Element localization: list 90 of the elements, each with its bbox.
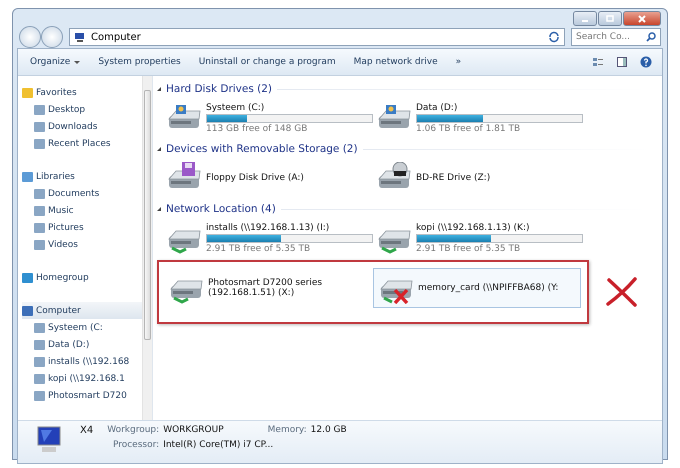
toolbar-button[interactable]: Map network drive [352,55,440,69]
sidebar-item[interactable]: installs (\\192.168 [22,353,142,370]
toolbar-button[interactable]: » [454,55,464,69]
search-icon [645,31,657,43]
sidebar-item[interactable]: Music [22,202,142,219]
minimize-button[interactable] [573,11,597,26]
detail-value: WORKGROUP [163,425,224,435]
scrollbar[interactable] [142,76,152,420]
detail-value: 12.0 GB [310,425,347,435]
folder-icon [34,390,45,400]
drive-name: memory_card (\\NPIFFBA68) (Y: [418,283,560,293]
address-bar[interactable]: Computer [69,28,565,46]
close-icon [636,12,648,24]
breadcrumb-item[interactable]: Computer [91,32,141,42]
folder-icon [34,122,45,132]
folder-icon [22,172,33,182]
sidebar-item[interactable]: Libraries [22,168,142,185]
sidebar-item[interactable]: Favorites [22,84,142,101]
folder-icon [22,272,33,282]
sidebar-item[interactable]: Pictures [22,219,142,236]
sidebar-item[interactable]: Photosmart D720 [22,387,142,404]
sidebar-item[interactable]: Systeem (C: [22,319,142,336]
drive-name: kopi (\\192.168.1.13) (K:) [416,222,530,232]
drive-item[interactable]: Photosmart D7200 series (192.168.1.51) (X:) [163,268,371,308]
dropdown-caret-icon [74,60,80,64]
refresh-icon[interactable] [548,31,560,43]
sidebar-item[interactable]: kopi (\\192.168.1 [22,370,142,387]
detail-label: Processor: [112,440,160,450]
maximize-button[interactable] [598,11,622,26]
view-options-icon[interactable] [592,56,604,68]
sidebar-item[interactable]: Downloads [22,118,142,135]
expand-arrow-icon[interactable] [157,207,161,211]
computer-name: X4 [80,425,94,436]
folder-icon [34,188,45,198]
folder-icon [22,306,33,316]
detail-value: Intel(R) Core(TM) i7 CP... [163,440,274,450]
expand-arrow-icon[interactable] [157,147,161,151]
drive-item[interactable]: Data (D:) 1.06 TB free of 1.81 TB [371,98,579,138]
forward-button[interactable] [41,26,63,48]
folder-icon [34,222,45,232]
drive-item[interactable]: Systeem (C:) 113 GB free of 148 GB [161,98,369,138]
detail-label: Memory: [268,425,307,435]
free-space-label: 113 GB free of 148 GB [206,124,308,134]
group-heading: Devices with Removable Storage (2) [166,143,358,155]
toolbar-button[interactable]: Organize [28,55,82,69]
sidebar-item[interactable]: Homegroup [22,269,142,286]
help-icon[interactable] [640,56,652,68]
folder-icon [34,340,45,350]
folder-icon [34,374,45,384]
sidebar-item[interactable]: Recent Places [22,135,142,152]
free-space-label: 1.06 TB free of 1.81 TB [416,124,522,134]
cross-mark-icon [605,277,639,307]
back-button[interactable] [19,26,41,48]
folder-icon [34,104,45,114]
sidebar-item[interactable]: Desktop [22,101,142,118]
sidebar-item[interactable]: Computer [22,302,142,319]
toolbar-button[interactable]: System properties [96,55,183,69]
group-heading: Network Location (4) [166,203,276,215]
folder-icon [22,88,33,98]
close-button[interactable] [623,11,661,26]
toolbar-button[interactable]: Uninstall or change a program [196,55,338,69]
folder-icon [34,138,45,148]
sidebar-item[interactable]: Videos [22,236,142,253]
free-space-label: 2.91 TB free of 5.35 TB [206,244,312,254]
folder-icon [34,356,45,366]
folder-icon [34,240,45,250]
free-space-label: 2.91 TB free of 5.35 TB [416,244,522,254]
drive-name: BD-RE Drive (Z:) [416,173,492,183]
expand-arrow-icon[interactable] [157,87,161,91]
drive-item[interactable]: Floppy Disk Drive (A:) [161,158,369,198]
drive-item[interactable]: installs (\\192.168.1.13) (I:) 2.91 TB free of 5.35 TB [161,218,369,258]
sidebar-item[interactable]: Data (D:) [22,336,142,353]
preview-pane-icon[interactable] [616,56,628,68]
drive-name: installs (\\192.168.1.13) (I:) [206,222,330,232]
group-heading: Hard Disk Drives (2) [166,83,272,95]
drive-item[interactable]: kopi (\\192.168.1.13) (K:) 2.91 TB free of 5.35 TB [371,218,579,258]
drive-item[interactable]: memory_card (\\NPIFFBA68) (Y: [373,268,581,308]
drive-name: Floppy Disk Drive (A:) [206,173,305,183]
drive-name: Data (D:) [416,102,458,112]
drive-item[interactable]: BD-RE Drive (Z:) [371,158,579,198]
folder-icon [34,322,45,332]
folder-icon [34,206,45,216]
drive-name: Systeem (C:) [206,102,266,112]
computer-icon [74,31,86,43]
minimize-icon [582,20,588,22]
maximize-icon [604,12,616,24]
drive-name: Photosmart D7200 series (192.168.1.51) (X:) [208,278,324,298]
detail-label: Workgroup: [107,425,160,435]
sidebar-item[interactable]: Documents [22,185,142,202]
search-field[interactable]: Search Co... [571,28,661,46]
